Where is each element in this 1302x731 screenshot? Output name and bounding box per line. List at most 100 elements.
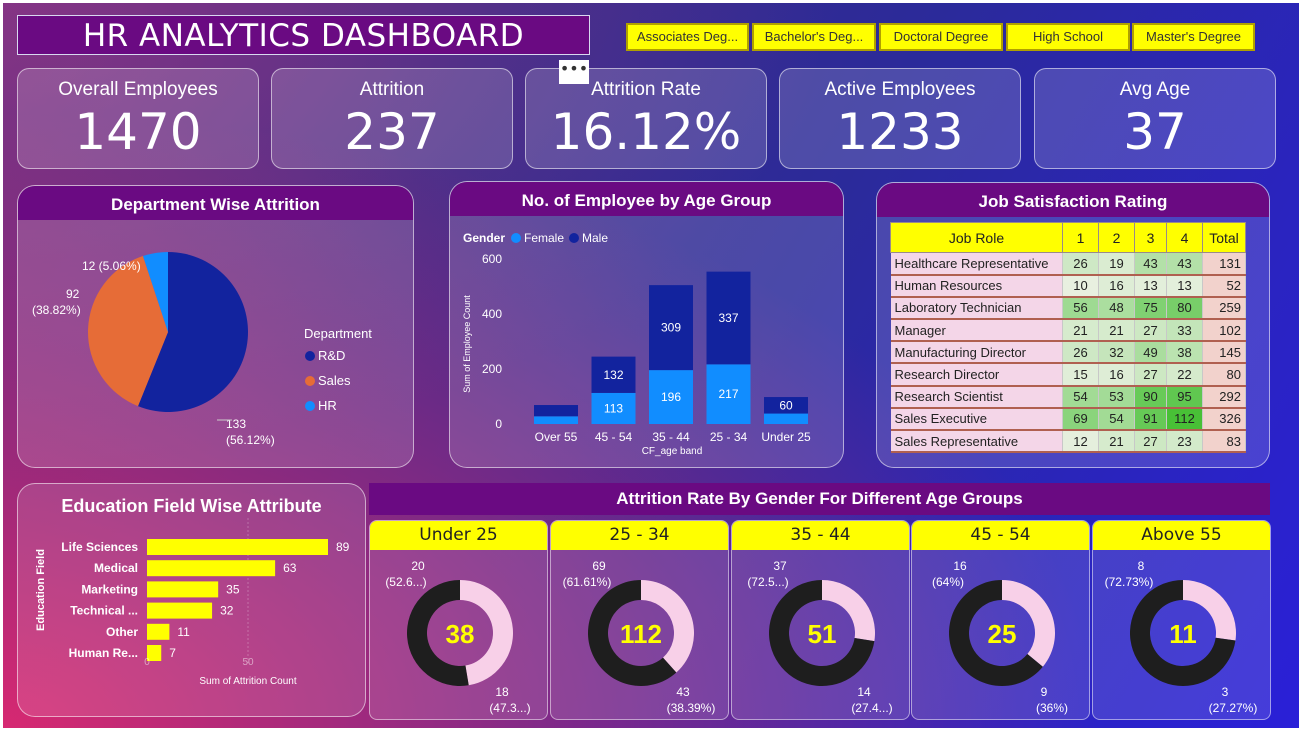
donut-chart: 51 37 (72.5...) 14 (27.4...): [747, 559, 892, 715]
bar-label: 337: [718, 311, 738, 325]
rating-cell: 21: [1062, 319, 1099, 343]
slicer-bachelors[interactable]: Bachelor's Deg...: [752, 23, 876, 51]
table-header-cell[interactable]: 1: [1062, 222, 1099, 253]
legend-item[interactable]: Male: [582, 231, 608, 245]
kpi-value: 37: [1123, 103, 1187, 161]
table-header-cell[interactable]: 4: [1166, 222, 1203, 253]
rating-cell: 95: [1166, 385, 1203, 409]
job-role-cell: Manager: [890, 319, 1063, 343]
legend-item[interactable]: HR: [318, 398, 337, 413]
rating-cell: 15: [1062, 363, 1099, 387]
rating-cell: 43: [1134, 252, 1167, 276]
y-tick-label: 0: [495, 417, 502, 431]
bar-label: 60: [779, 398, 793, 412]
edu-bar[interactable]: [147, 581, 219, 598]
edu-bar[interactable]: [147, 539, 328, 555]
slicer-doctoral[interactable]: Doctoral Degree: [879, 23, 1003, 51]
edu-bar[interactable]: [147, 623, 170, 640]
education-field-card: Education Field Wise Attribute Life Scie…: [17, 483, 366, 717]
pie-data-label-pct: (56.12%): [226, 433, 275, 447]
job-role-cell: Healthcare Representative: [890, 252, 1063, 276]
education-bar-chart: Life Sciences 89 Medical 63 Marketing 35 Techn…: [35, 518, 350, 687]
donut-group-title: Above 55: [1093, 521, 1270, 550]
rating-cell: 56: [1062, 296, 1099, 321]
donut-label-dark: 20: [411, 559, 425, 573]
rating-cell: 16: [1098, 363, 1135, 387]
table-header-cell[interactable]: Job Role: [890, 222, 1063, 253]
donut-card: 35 - 44 51 37 (72.5...) 14 (27.4...): [731, 520, 910, 720]
legend-marker: [511, 233, 521, 243]
y-tick-label: Marketing: [81, 582, 138, 596]
job-satisfaction-card: Job Satisfaction Rating Job Role 1 2 3 4 Tota…: [876, 182, 1270, 468]
y-tick-label: 400: [482, 307, 502, 321]
rating-cell: 75: [1134, 296, 1167, 321]
table-header-cell[interactable]: 3: [1134, 222, 1167, 253]
rating-cell: 26: [1062, 341, 1099, 365]
edu-bar[interactable]: [147, 560, 276, 577]
kpi-overall-employees: Overall Employees 1470: [17, 68, 259, 169]
pie-data-label-pct: (38.82%): [32, 303, 81, 317]
job-role-cell: Human Resources: [890, 274, 1063, 298]
donut-label-light-pct: (36%): [1036, 701, 1068, 715]
y-tick-label: Medical: [94, 561, 138, 575]
bar-value-label: 32: [220, 604, 234, 618]
donut-group-title: 25 - 34: [551, 521, 728, 550]
bar-label: 196: [661, 390, 681, 404]
rating-cell: 23: [1166, 430, 1203, 454]
card-title: Education Field Wise Attribute: [61, 496, 322, 516]
donut-total: 51: [808, 619, 837, 649]
job-role-cell: Research Scientist: [890, 385, 1063, 409]
rating-cell: 38: [1166, 341, 1203, 365]
rating-cell: 21: [1098, 319, 1135, 343]
legend-item[interactable]: R&D: [318, 348, 345, 363]
rating-cell: 48: [1098, 296, 1135, 321]
y-tick-label: Other: [106, 625, 138, 639]
slicer-masters[interactable]: Master's Degree: [1132, 23, 1255, 51]
table-row: Research Director 15 16 27 22 80: [890, 363, 1246, 387]
donut-chart: 38 20 (52.6...) 18 (47.3...): [385, 559, 530, 715]
slicer-high-school[interactable]: High School: [1006, 23, 1130, 51]
kpi-avg-age: Avg Age 37: [1034, 68, 1276, 169]
donut-label-dark: 37: [773, 559, 787, 573]
bar-value-label: 89: [336, 540, 350, 554]
donut-total: 11: [1169, 619, 1197, 649]
table-header-cell[interactable]: Total: [1202, 222, 1246, 253]
legend-item[interactable]: Female: [524, 231, 564, 245]
job-role-cell: Laboratory Technician: [890, 296, 1063, 321]
donut-label-light: 9: [1041, 685, 1048, 699]
bar-female[interactable]: [534, 416, 578, 424]
card-title: Department Wise Attrition: [18, 186, 413, 220]
kpi-label: Avg Age: [1119, 79, 1191, 100]
kpi-value: 237: [344, 103, 440, 161]
rating-cell: 16: [1098, 274, 1135, 298]
legend-title: Gender: [463, 231, 505, 245]
job-role-cell: Sales Executive: [890, 407, 1063, 432]
age-group-card: No. of Employee by Age Group Gender Femal…: [449, 181, 844, 468]
table-header-cell[interactable]: 2: [1098, 222, 1135, 253]
rating-cell: 12: [1062, 430, 1099, 454]
x-tick-label: 50: [242, 657, 254, 668]
table-row: Sales Representative 12 21 27 23 83: [890, 430, 1246, 454]
donut-group-title: 45 - 54: [912, 521, 1089, 550]
table-row: Healthcare Representative 26 19 43 43 131: [890, 252, 1246, 276]
donut-label-light: 14: [857, 685, 871, 699]
y-tick-label: 600: [482, 252, 502, 266]
bar-female[interactable]: [764, 413, 808, 424]
legend-item[interactable]: Sales: [318, 373, 351, 388]
bar-value-label: 11: [177, 625, 190, 639]
bar-label: 132: [603, 368, 623, 382]
donut-label-light-pct: (27.27%): [1209, 701, 1258, 715]
slicer-associates[interactable]: Associates Deg...: [626, 23, 749, 51]
donut-label-dark-pct: (64%): [932, 575, 964, 589]
x-tick-label: 0: [144, 657, 150, 668]
bar-male[interactable]: [534, 405, 578, 417]
edu-bar[interactable]: [147, 602, 213, 619]
rating-cell: 326: [1202, 407, 1246, 432]
donut-label-light-pct: (27.4...): [851, 701, 892, 715]
x-axis-label: Sum of Attrition Count: [199, 676, 296, 687]
rating-cell: 112: [1166, 407, 1203, 432]
table-row: Manager 21 21 27 33 102: [890, 319, 1246, 343]
rating-cell: 54: [1062, 385, 1099, 409]
x-tick-label: 25 - 34: [710, 430, 748, 444]
more-options-icon[interactable]: •••: [559, 60, 589, 84]
